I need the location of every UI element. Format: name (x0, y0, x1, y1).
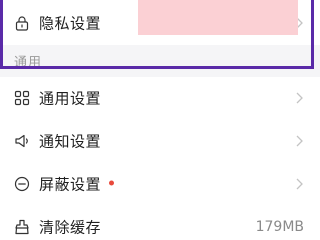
settings-row-label: 通用设置 (39, 89, 102, 108)
settings-row-general[interactable]: 通用设置 (0, 77, 320, 119)
red-dot-badge (109, 180, 115, 186)
settings-row-label: 屏蔽设置 (39, 174, 115, 195)
settings-row-block[interactable]: 屏蔽设置 (0, 163, 320, 205)
redacted-area (138, 0, 298, 35)
settings-row-label: 隐私设置 (39, 14, 102, 32)
section-header-general: 通用 (0, 45, 320, 77)
section-title: 通用 (14, 55, 43, 71)
cache-size-value: 179MB (255, 219, 304, 235)
settings-row-label: 清除缓存 (39, 218, 102, 237)
lock-icon (14, 15, 30, 31)
grid-icon (14, 90, 30, 106)
speaker-icon (14, 133, 30, 149)
chevron-right-icon (294, 177, 304, 191)
settings-row-notifications[interactable]: 通知设置 (0, 120, 320, 162)
broom-icon (14, 219, 30, 235)
settings-row-clear-cache[interactable]: 清除缓存 179MB (0, 206, 320, 240)
chevron-right-icon (294, 91, 304, 105)
settings-row-label-text: 屏蔽设置 (39, 175, 102, 194)
block-icon (14, 176, 30, 192)
chevron-right-icon (294, 134, 304, 148)
settings-row-label: 通知设置 (39, 132, 102, 151)
settings-screen: 隐私设置 通用 通用设置 通知设置 屏蔽设置 清除缓存 179MB (0, 0, 320, 240)
